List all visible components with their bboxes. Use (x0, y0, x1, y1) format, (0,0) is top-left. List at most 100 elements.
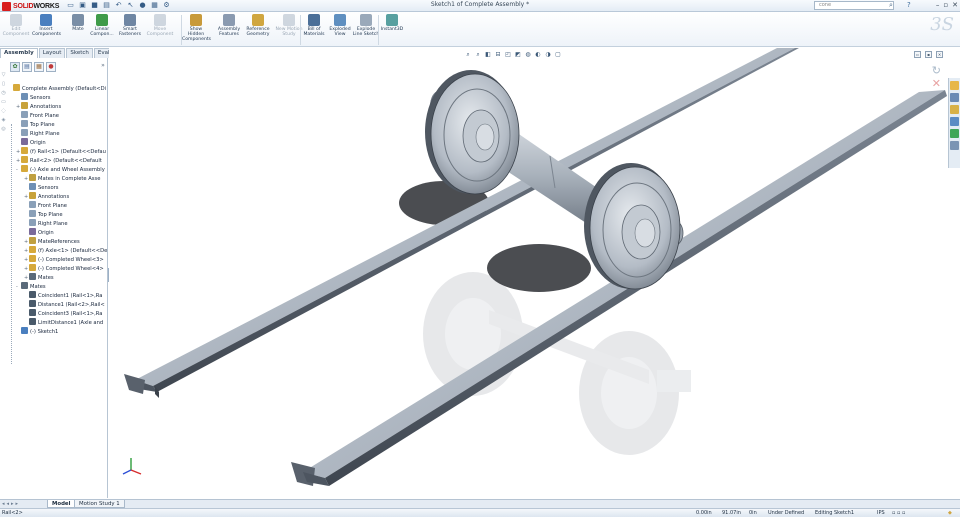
tab-assembly[interactable]: Assembly (0, 48, 38, 58)
app-logo[interactable]: SOLIDWORKS (2, 1, 59, 11)
show-hidden-button[interactable]: Show Hidden Components (182, 14, 211, 42)
tree-item[interactable]: Right Plane (8, 219, 108, 228)
hide-show-items-icon[interactable]: ◍ (524, 51, 532, 59)
tree-item[interactable]: Origin (8, 228, 108, 237)
file-properties-icon[interactable]: ▦ (150, 1, 159, 10)
apply-scene-icon[interactable]: ◑ (544, 51, 552, 59)
section-view-icon[interactable]: ⊟ (494, 51, 502, 59)
property-manager-tab-icon[interactable]: ▤ (22, 62, 32, 72)
undo-icon[interactable]: ↶ (114, 1, 123, 10)
wheel-1[interactable] (425, 70, 520, 195)
pin-icon[interactable]: ▭ (0, 99, 7, 108)
exit-sketch-icon[interactable]: ↻ (932, 64, 941, 77)
custom-properties-icon[interactable] (950, 141, 959, 150)
appearances-icon[interactable] (950, 129, 959, 138)
tree-item[interactable]: - (-) Axle and Wheel Assembly (8, 165, 108, 174)
edit-appearance-icon[interactable]: ◐ (534, 51, 542, 59)
cancel-sketch-icon[interactable]: ✕ (932, 77, 941, 90)
zoom-to-area-icon[interactable]: ⌕ (474, 51, 482, 59)
select-icon[interactable]: ↖ (126, 1, 135, 10)
design-library-icon[interactable] (950, 93, 959, 102)
notification-icon[interactable]: ◆ (948, 509, 952, 517)
tab-sketch[interactable]: Sketch (66, 48, 93, 58)
tree-item[interactable]: LimitDistance1 (Axle and (8, 318, 108, 327)
next-tab-icon[interactable]: ▸ (11, 501, 14, 507)
tree-item[interactable]: + Annotations (8, 192, 108, 201)
rollback-icon[interactable]: ▯ (0, 81, 7, 90)
first-tab-icon[interactable]: ◂ (2, 501, 5, 507)
view-orientation-icon[interactable]: ◰ (504, 51, 512, 59)
tree-item[interactable]: Right Plane (8, 129, 108, 138)
tab-model[interactable]: Model (47, 500, 76, 508)
exploded-view-button[interactable]: Exploded View (326, 14, 354, 37)
tree-item[interactable]: Complete Assembly (Default<Di (8, 84, 108, 93)
zoom-to-fit-icon[interactable]: ⌕ (464, 51, 472, 59)
rebuild-icon[interactable]: ● (138, 1, 147, 10)
tree-item[interactable]: Sensors (8, 93, 108, 102)
solidworks-resources-icon[interactable] (950, 81, 959, 90)
tab-layout[interactable]: Layout (38, 48, 66, 58)
display-manager-tab-icon[interactable]: ● (46, 62, 56, 72)
instant3d-button[interactable]: Instant3D (378, 14, 406, 32)
tree-item[interactable]: Front Plane (8, 111, 108, 120)
bill-of-materials-button[interactable]: Bill of Materials (300, 14, 328, 37)
viewport-restore-icon[interactable]: ▫ (914, 51, 921, 58)
status-units[interactable]: IPS (877, 509, 885, 517)
move-component-button[interactable]: Move Component (146, 14, 174, 37)
tree-item[interactable]: Sensors (8, 183, 108, 192)
sensor-side-icon[interactable]: ◌ (0, 108, 7, 117)
save-icon[interactable]: ■ (90, 1, 99, 10)
tree-item[interactable]: + (-) Completed Wheel<3> (8, 255, 108, 264)
tree-item[interactable]: Coincident3 (Rail<1>,Ra (8, 309, 108, 318)
options-icon[interactable]: ⚙ (162, 1, 171, 10)
tree-item[interactable]: Top Plane (8, 120, 108, 129)
assembly-features-button[interactable]: Assembly Features (215, 14, 243, 37)
configuration-manager-tab-icon[interactable]: ▦ (34, 62, 44, 72)
tree-item[interactable]: + (f) Axle<1> (Default<<De (8, 246, 108, 255)
tab-motion-study-1[interactable]: Motion Study 1 (74, 500, 125, 508)
toggle-icon[interactable]: ◎ (0, 126, 7, 135)
history-icon[interactable]: ◷ (0, 90, 7, 99)
search-input[interactable]: cone (814, 1, 894, 10)
linear-pattern-button[interactable]: Linear Compon... (88, 14, 116, 37)
new-document-icon[interactable]: ▭ (66, 1, 75, 10)
viewport-close-icon[interactable]: ✕ (936, 51, 943, 58)
tree-item[interactable]: + Mates in Complete Asse (8, 174, 108, 183)
tree-item[interactable]: Top Plane (8, 210, 108, 219)
reference-geometry-button[interactable]: Reference Geometry (244, 14, 272, 37)
edit-component-button[interactable]: Edit Component (2, 14, 30, 37)
view-palette-icon[interactable] (950, 117, 959, 126)
file-explorer-icon[interactable] (950, 105, 959, 114)
close-window-icon[interactable]: ✕ (952, 1, 958, 9)
motion-study-button[interactable]: New Motion Study (275, 14, 303, 37)
tree-item[interactable]: + MateReferences (8, 237, 108, 246)
tree-item[interactable]: + (-) Completed Wheel<4> (8, 264, 108, 273)
view-settings-icon[interactable]: ▢ (554, 51, 562, 59)
last-tab-icon[interactable]: ▸ (16, 501, 19, 507)
graphics-area[interactable]: ⌕ ⌕ ◧ ⊟ ◰ ◩ ◍ ◐ ◑ ▢ ▫ ▪ ✕ ↻ ✕ (109, 48, 947, 499)
tree-item[interactable]: Front Plane (8, 201, 108, 210)
open-folder-icon[interactable]: ▣ (78, 1, 87, 10)
tree-item[interactable]: + Annotations (8, 102, 108, 111)
tree-item[interactable]: - Mates (8, 282, 108, 291)
insert-components-button[interactable]: Insert Components (32, 14, 61, 37)
explode-line-button[interactable]: Explode Line Sketch (352, 14, 380, 37)
feature-tree-tab-icon[interactable]: ✿ (10, 62, 20, 72)
smart-fasteners-button[interactable]: Smart Fasteners (116, 14, 144, 37)
minimize-icon[interactable]: – (936, 1, 940, 9)
tree-item[interactable]: + (f) Rail<1> (Default<<Defau (8, 147, 108, 156)
previous-view-icon[interactable]: ◧ (484, 51, 492, 59)
wheel-2[interactable] (584, 163, 681, 290)
tree-item[interactable]: Coincident1 (Rail<1>,Ra (8, 291, 108, 300)
help-icon[interactable]: ? (907, 1, 911, 9)
tree-item[interactable]: Origin (8, 138, 108, 147)
search-icon[interactable]: ⌕ (889, 1, 893, 10)
expand-panel-icon[interactable]: » (98, 62, 108, 72)
prev-tab-icon[interactable]: ◂ (7, 501, 10, 507)
tree-item[interactable]: + Rail<2> (Default<<Default (8, 156, 108, 165)
tree-item[interactable]: (-) Sketch1 (8, 327, 108, 336)
display-style-icon[interactable]: ◩ (514, 51, 522, 59)
tree-item[interactable]: Distance1 (Rail<2>,Rail< (8, 300, 108, 309)
print-icon[interactable]: ▤ (102, 1, 111, 10)
viewport-tile-icon[interactable]: ▪ (925, 51, 932, 58)
